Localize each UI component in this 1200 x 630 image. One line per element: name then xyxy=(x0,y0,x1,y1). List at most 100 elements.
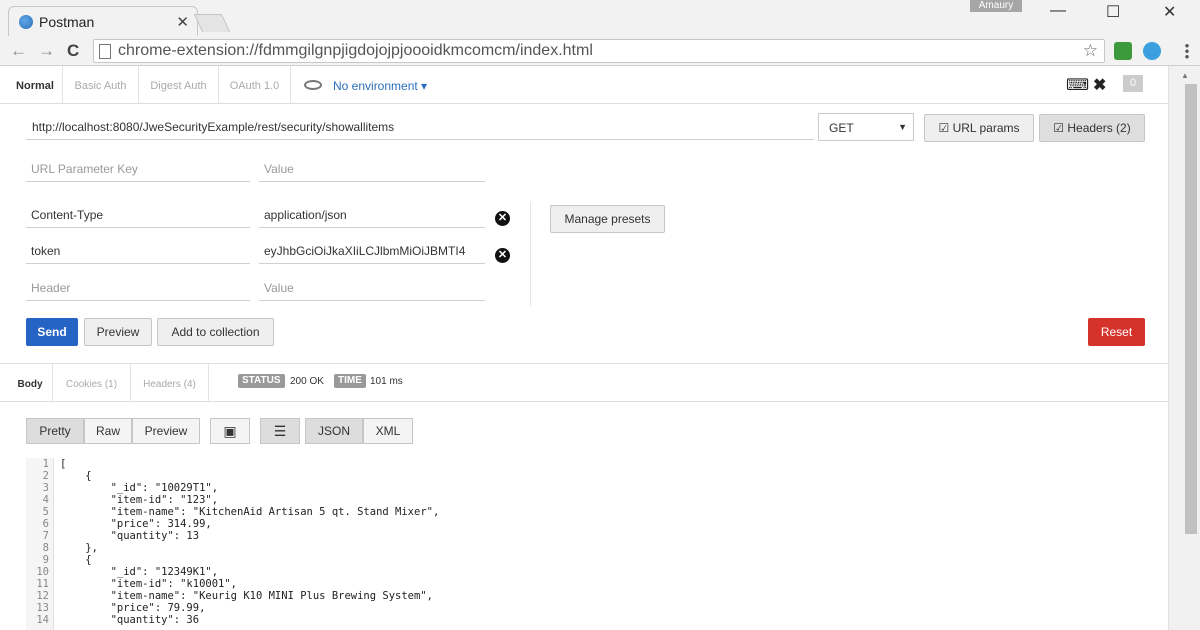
minimize-icon[interactable]: — xyxy=(1050,2,1066,20)
status-badge: STATUS xyxy=(238,374,285,388)
url-param-value-input[interactable]: Value xyxy=(259,152,485,182)
line-number: 8 xyxy=(42,542,49,554)
code-line: "item-id": "k10001", xyxy=(60,578,238,590)
code-line: "quantity": 13 xyxy=(60,530,200,542)
code-line: "item-id": "123", xyxy=(60,494,219,506)
header-value-input[interactable]: eyJhbGciOiJkaXIiLCJlbmMiOiJBMTI4 xyxy=(259,234,485,264)
code-line: "price": 79.99, xyxy=(60,602,206,614)
method-value: GET xyxy=(829,121,854,135)
code-line: }, xyxy=(60,542,98,554)
add-to-collection-button[interactable]: Add to collection xyxy=(157,318,274,346)
wrench-icon[interactable]: ✖ xyxy=(1093,75,1106,95)
scrollbar-thumb[interactable] xyxy=(1185,84,1197,534)
remove-header-icon[interactable]: ✕ xyxy=(495,211,510,226)
chevron-down-icon: ▼ xyxy=(898,122,907,132)
method-select[interactable]: GET ▼ xyxy=(818,113,914,141)
line-number: 9 xyxy=(42,554,49,566)
extension-shortcut-icon[interactable] xyxy=(1143,42,1161,60)
extension-postman-icon[interactable] xyxy=(1114,42,1132,60)
tab-digest-auth[interactable]: Digest Auth xyxy=(139,66,219,104)
line-number: 10 xyxy=(36,566,49,578)
line-number: 3 xyxy=(42,482,49,494)
user-profile-chip[interactable]: Amaury xyxy=(970,0,1022,12)
forward-icon[interactable]: → xyxy=(38,41,55,61)
edit-icon: ☑ xyxy=(938,121,953,135)
headers-button[interactable]: ☑ Headers (2) xyxy=(1039,114,1145,142)
response-tab-bar: Body Cookies (1) Headers (4) STATUS 200 … xyxy=(0,364,1168,402)
new-header-key-input[interactable]: Header xyxy=(26,271,250,301)
code-line: [ xyxy=(60,458,67,470)
keyboard-icon[interactable]: ⌨ xyxy=(1066,75,1089,95)
reset-button[interactable]: Reset xyxy=(1088,318,1145,346)
manage-presets-button[interactable]: Manage presets xyxy=(550,205,665,233)
remove-header-icon[interactable]: ✕ xyxy=(495,248,510,263)
code-line: { xyxy=(60,470,92,482)
time-value: 101 ms xyxy=(370,376,403,387)
page-scrollbar[interactable]: ▲ xyxy=(1168,66,1200,630)
headers-label: Headers (2) xyxy=(1067,121,1131,135)
line-number: 6 xyxy=(42,518,49,530)
line-number: 1 xyxy=(42,458,49,470)
tab-response-headers[interactable]: Headers (4) xyxy=(131,364,209,402)
line-number-gutter: 1 2 3 4 5 6 7 8 9 10 11 12 13 14 xyxy=(26,458,54,630)
code-line: "_id": "10029T1", xyxy=(60,482,219,494)
view-pretty-button[interactable]: Pretty xyxy=(26,418,84,444)
code-line: "_id": "12349K1", xyxy=(60,566,219,578)
wrap-lines-icon[interactable]: ☰ xyxy=(260,418,300,444)
code-lines: [ { "_id": "10029T1", "item-id": "123", … xyxy=(60,458,439,626)
line-number: 5 xyxy=(42,506,49,518)
close-window-icon[interactable]: ✕ xyxy=(1163,2,1176,22)
time-badge: TIME xyxy=(334,374,366,388)
status-value: 200 OK xyxy=(290,376,324,387)
url-params-button[interactable]: ☑ URL params xyxy=(924,114,1034,142)
maximize-icon[interactable]: ☐ xyxy=(1106,2,1120,22)
request-url-input[interactable]: http://localhost:8080/JweSecurityExample… xyxy=(26,112,814,140)
browser-tab-postman[interactable]: Postman ✕ xyxy=(8,6,198,36)
fullscreen-icon[interactable]: ▣ xyxy=(210,418,250,444)
code-line: "price": 314.99, xyxy=(60,518,212,530)
code-line: "item-name": "KitchenAid Artisan 5 qt. S… xyxy=(60,506,440,518)
url-param-key-input[interactable]: URL Parameter Key xyxy=(26,152,250,182)
code-line: { xyxy=(60,554,92,566)
browser-titlebar: Postman ✕ Amaury — ☐ ✕ xyxy=(0,0,1200,36)
tab-normal[interactable]: Normal xyxy=(8,66,63,104)
tab-oauth[interactable]: OAuth 1.0 xyxy=(219,66,291,104)
address-url: chrome-extension://fdmmgilgnpjigdojojpjo… xyxy=(118,42,593,59)
header-key-input[interactable]: Content-Type xyxy=(26,198,250,228)
edit-icon: ☑ xyxy=(1053,121,1068,135)
send-button[interactable]: Send xyxy=(26,318,78,346)
eye-icon[interactable] xyxy=(304,80,322,90)
code-line: "item-name": "Keurig K10 MINI Plus Brewi… xyxy=(60,590,433,602)
response-body-editor[interactable]: 1 2 3 4 5 6 7 8 9 10 11 12 13 14 [ { "_i… xyxy=(26,458,1166,630)
auth-tab-bar: Normal Basic Auth Digest Auth OAuth 1.0 … xyxy=(0,66,1168,104)
new-header-value-input[interactable]: Value xyxy=(259,271,485,301)
back-icon[interactable]: ← xyxy=(10,41,27,61)
header-value-input[interactable]: application/json xyxy=(259,198,485,228)
address-bar[interactable]: chrome-extension://fdmmgilgnpjigdojojpjo… xyxy=(93,39,1105,63)
view-preview-button[interactable]: Preview xyxy=(132,418,200,444)
bookmark-star-icon[interactable]: ☆ xyxy=(1083,41,1098,61)
tab-body[interactable]: Body xyxy=(8,364,53,402)
line-number: 4 xyxy=(42,494,49,506)
environment-selector[interactable]: No environment ▾ xyxy=(333,79,427,93)
scroll-up-icon[interactable]: ▲ xyxy=(1169,71,1200,80)
tab-cookies[interactable]: Cookies (1) xyxy=(53,364,131,402)
line-number: 12 xyxy=(36,590,49,602)
url-params-label: URL params xyxy=(952,121,1020,135)
notification-count-badge[interactable]: 0 xyxy=(1123,75,1143,92)
page-icon xyxy=(99,44,111,59)
globe-icon xyxy=(19,15,33,29)
tab-title: Postman xyxy=(39,14,95,30)
reload-icon[interactable]: C xyxy=(67,41,79,61)
header-key-input[interactable]: token xyxy=(26,234,250,264)
close-tab-icon[interactable]: ✕ xyxy=(176,13,189,31)
browser-menu-icon[interactable] xyxy=(1185,43,1189,59)
format-xml-button[interactable]: XML xyxy=(363,418,413,444)
divider xyxy=(530,202,531,306)
browser-toolbar: ← → C chrome-extension://fdmmgilgnpjigdo… xyxy=(0,36,1200,66)
format-json-button[interactable]: JSON xyxy=(305,418,363,444)
new-tab-button[interactable] xyxy=(193,14,231,32)
tab-basic-auth[interactable]: Basic Auth xyxy=(63,66,139,104)
preview-button[interactable]: Preview xyxy=(84,318,152,346)
view-raw-button[interactable]: Raw xyxy=(84,418,132,444)
